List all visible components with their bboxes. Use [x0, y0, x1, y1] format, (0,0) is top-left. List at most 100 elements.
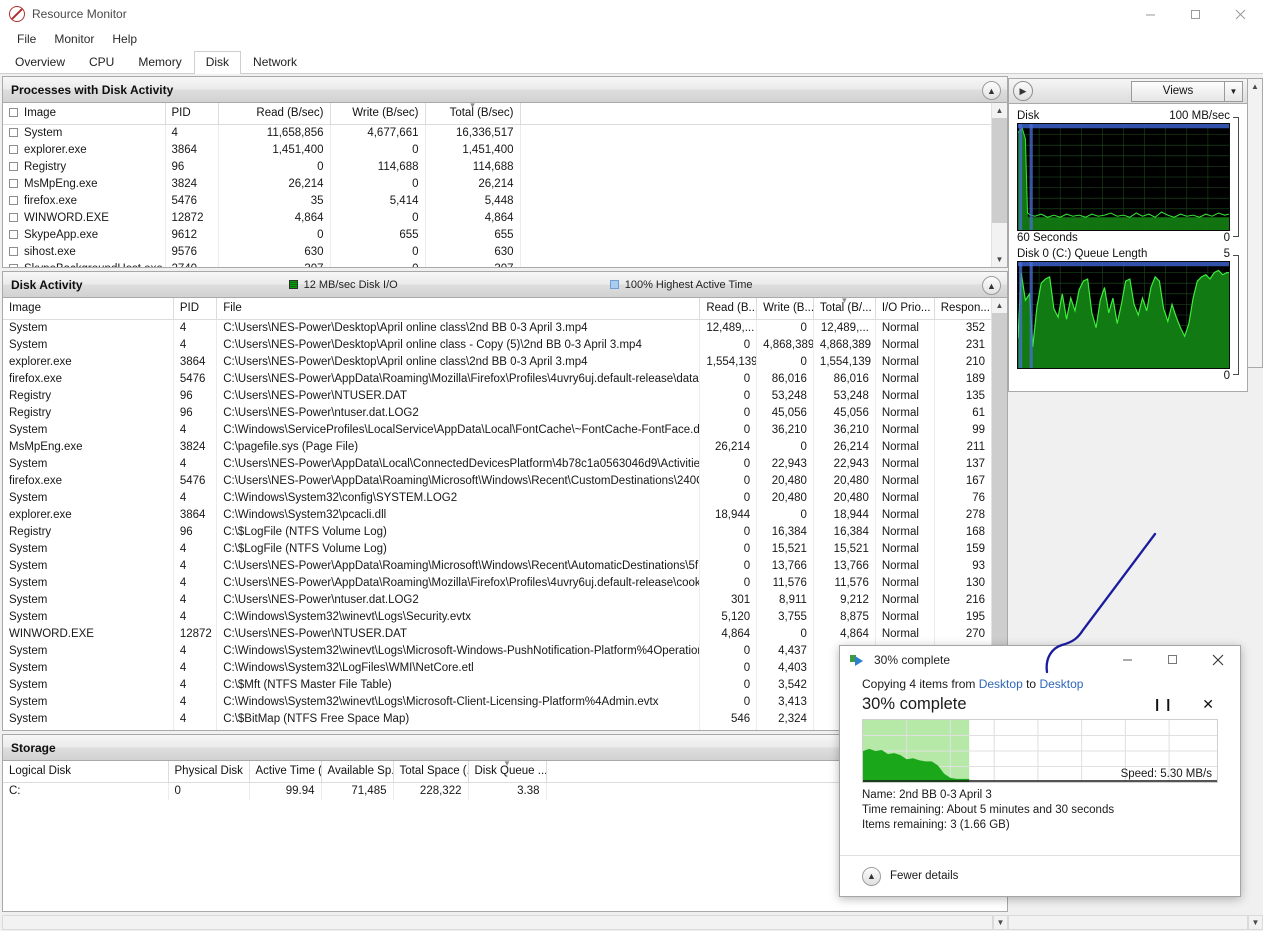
row-checkbox[interactable] — [9, 196, 18, 205]
col-read[interactable]: Read (B/sec) — [218, 103, 331, 125]
table-row[interactable]: System 4 C:\Users\NES-Power\AppData\Local\… — [3, 456, 991, 473]
processes-scroll-thumb[interactable] — [992, 118, 1007, 223]
col-write[interactable]: Write (B... — [756, 298, 814, 320]
copy-destination-link[interactable]: Desktop — [1039, 677, 1083, 691]
col-pid[interactable]: PID — [173, 298, 218, 320]
graphs-horizontal-scrollbar[interactable] — [1008, 915, 1248, 930]
col-image[interactable]: Image — [3, 103, 166, 125]
table-row[interactable]: SkypeBackgroundHost.exe27403070307 — [3, 261, 991, 267]
table-row[interactable]: System 4 11,658,856 4,677,661 16,336,517 — [3, 124, 991, 142]
row-checkbox[interactable] — [9, 264, 18, 267]
menu-monitor[interactable]: Monitor — [45, 30, 103, 48]
col-image[interactable]: Image — [3, 298, 174, 320]
chevron-down-icon[interactable]: ▼ — [1225, 80, 1243, 102]
menu-help[interactable]: Help — [103, 30, 146, 48]
fewer-details-toggle[interactable]: Fewer details — [890, 870, 958, 882]
col-io-priority[interactable]: I/O Prio... — [875, 298, 935, 320]
table-row[interactable]: Registry 96 C:\Users\NES-Power\NTUSER.DAT 0… — [3, 388, 991, 405]
table-row[interactable]: System 4 C:\Users\NES-Power\AppData\Roamin… — [3, 558, 991, 575]
table-row[interactable]: Registry 96 C:\$LogFile (NTFS Volume Log) 0… — [3, 524, 991, 541]
disk-activity-scroll-thumb[interactable] — [992, 313, 1007, 683]
col-total[interactable]: ▾ Total (B/... — [813, 298, 876, 320]
disk-activity-panel-header[interactable]: Disk Activity 12 MB/sec Disk I/O 100% Hi… — [3, 272, 1007, 298]
row-checkbox[interactable] — [9, 179, 18, 188]
pause-icon[interactable]: ❙❙ — [1152, 697, 1174, 711]
graphs-scrollbar[interactable]: ▲ — [1248, 78, 1263, 368]
table-row[interactable]: System 4 C:\Users\NES-Power\Desktop\April … — [3, 337, 991, 354]
col-physical-disk[interactable]: Physical Disk — [168, 761, 250, 783]
table-row[interactable]: System 4 C:\Users\NES-Power\AppData\Roamin… — [3, 575, 991, 592]
scroll-down-icon[interactable]: ▼ — [1248, 915, 1263, 930]
horizontal-scrollbar[interactable] — [2, 915, 993, 930]
col-pid[interactable]: PID — [165, 103, 219, 125]
scroll-down-icon[interactable]: ▼ — [992, 252, 1007, 267]
select-all-checkbox[interactable] — [9, 108, 18, 117]
table-row[interactable]: WINWORD.EXE 12872 4,864 0 4,864 — [3, 210, 991, 227]
table-row[interactable]: SkypeApp.exe 9612 0 655 655 — [3, 227, 991, 244]
tab-disk[interactable]: Disk — [193, 51, 242, 74]
table-row[interactable]: System 4 C:\Users\NES-Power\Desktop\April … — [3, 319, 991, 337]
processes-panel-header[interactable]: Processes with Disk Activity ▲ — [3, 77, 1007, 103]
cell-read: 0 — [699, 456, 758, 473]
row-checkbox[interactable] — [9, 162, 18, 171]
row-checkbox[interactable] — [9, 230, 18, 239]
col-logical-disk[interactable]: Logical Disk — [3, 761, 169, 783]
chevron-up-icon[interactable]: ▲ — [982, 81, 1001, 100]
col-total[interactable]: ▾ Total (B/sec) — [425, 103, 521, 125]
scroll-up-icon[interactable]: ▲ — [992, 298, 1007, 313]
table-row[interactable]: firefox.exe 5476 35 5,414 5,448 — [3, 193, 991, 210]
table-row[interactable]: System 4 C:\Users\NES-Power\ntuser.dat.LOG… — [3, 592, 991, 609]
processes-scrollbar[interactable]: ▲ ▼ — [991, 103, 1007, 267]
copy-dialog-close-button[interactable] — [1195, 646, 1240, 673]
graphs-scroll-track[interactable] — [1248, 94, 1262, 367]
chevron-right-icon[interactable]: ▶ — [1013, 81, 1033, 101]
table-row[interactable]: MsMpEng.exe 3824 C:\pagefile.sys (Page Fil… — [3, 439, 991, 456]
table-row[interactable]: explorer.exe 3864 C:\Users\NES-Power\Deskt… — [3, 354, 991, 371]
chevron-up-icon[interactable]: ▲ — [982, 276, 1001, 295]
row-checkbox[interactable] — [9, 128, 18, 137]
col-read[interactable]: Read (B... — [699, 298, 758, 320]
maximize-button[interactable] — [1173, 0, 1218, 28]
table-row[interactable]: sihost.exe 9576 630 0 630 — [3, 244, 991, 261]
table-row[interactable]: WINWORD.EXE 12872 C:\Users\NES-Power\NTUSE… — [3, 626, 991, 643]
views-button[interactable]: Views — [1131, 80, 1225, 102]
menu-file[interactable]: File — [8, 30, 45, 48]
col-available-space[interactable]: Available Sp... — [321, 761, 394, 783]
row-checkbox[interactable] — [9, 213, 18, 222]
table-row[interactable]: System 4 C:\Windows\ServiceProfiles\LocalS… — [3, 422, 991, 439]
row-checkbox[interactable] — [9, 145, 18, 154]
tab-network[interactable]: Network — [241, 51, 309, 73]
close-button[interactable] — [1218, 0, 1263, 28]
cancel-icon[interactable]: ✕ — [1202, 696, 1214, 713]
processes-scroll-track[interactable] — [992, 118, 1007, 252]
chevron-up-icon[interactable]: ▲ — [862, 866, 881, 886]
cell-io-priority: Normal — [875, 609, 935, 626]
row-checkbox[interactable] — [9, 247, 18, 256]
col-file[interactable]: File — [216, 298, 701, 320]
col-disk-queue[interactable]: ▾ Disk Queue ... — [468, 761, 547, 783]
table-row[interactable]: explorer.exe 3864 1,451,400 0 1,451,400 — [3, 142, 991, 159]
tab-cpu[interactable]: CPU — [77, 51, 126, 73]
scroll-down-icon[interactable]: ▼ — [993, 915, 1008, 930]
col-write[interactable]: Write (B/sec) — [330, 103, 426, 125]
tab-memory[interactable]: Memory — [126, 51, 193, 73]
table-row[interactable]: explorer.exe 3864 C:\Windows\System32\pcac… — [3, 507, 991, 524]
table-row[interactable]: Registry 96 C:\Users\NES-Power\ntuser.dat.… — [3, 405, 991, 422]
table-row[interactable]: firefox.exe 5476 C:\Users\NES-Power\AppDat… — [3, 371, 991, 388]
scroll-up-icon[interactable]: ▲ — [1248, 79, 1262, 94]
table-row[interactable]: MsMpEng.exe 3824 26,214 0 26,214 — [3, 176, 991, 193]
table-row[interactable]: firefox.exe 5476 C:\Users\NES-Power\AppDat… — [3, 473, 991, 490]
scroll-up-icon[interactable]: ▲ — [992, 103, 1007, 118]
table-row[interactable]: System 4 C:\Windows\System32\config\SYSTEM… — [3, 490, 991, 507]
table-row[interactable]: System 4 C:\Windows\System32\winevt\Logs\S… — [3, 609, 991, 626]
minimize-button[interactable] — [1128, 0, 1173, 28]
col-total-space[interactable]: Total Space (... — [393, 761, 469, 783]
copy-dialog-maximize-button[interactable] — [1150, 646, 1195, 673]
col-response-time[interactable]: Respon... — [934, 298, 991, 320]
col-active-time[interactable]: Active Time (... — [249, 761, 322, 783]
table-row[interactable]: Registry 96 0 114,688 114,688 — [3, 159, 991, 176]
copy-source-link[interactable]: Desktop — [979, 677, 1023, 691]
copy-dialog-minimize-button[interactable] — [1105, 646, 1150, 673]
tab-overview[interactable]: Overview — [3, 51, 77, 73]
table-row[interactable]: System 4 C:\$LogFile (NTFS Volume Log) 0 15,… — [3, 541, 991, 558]
